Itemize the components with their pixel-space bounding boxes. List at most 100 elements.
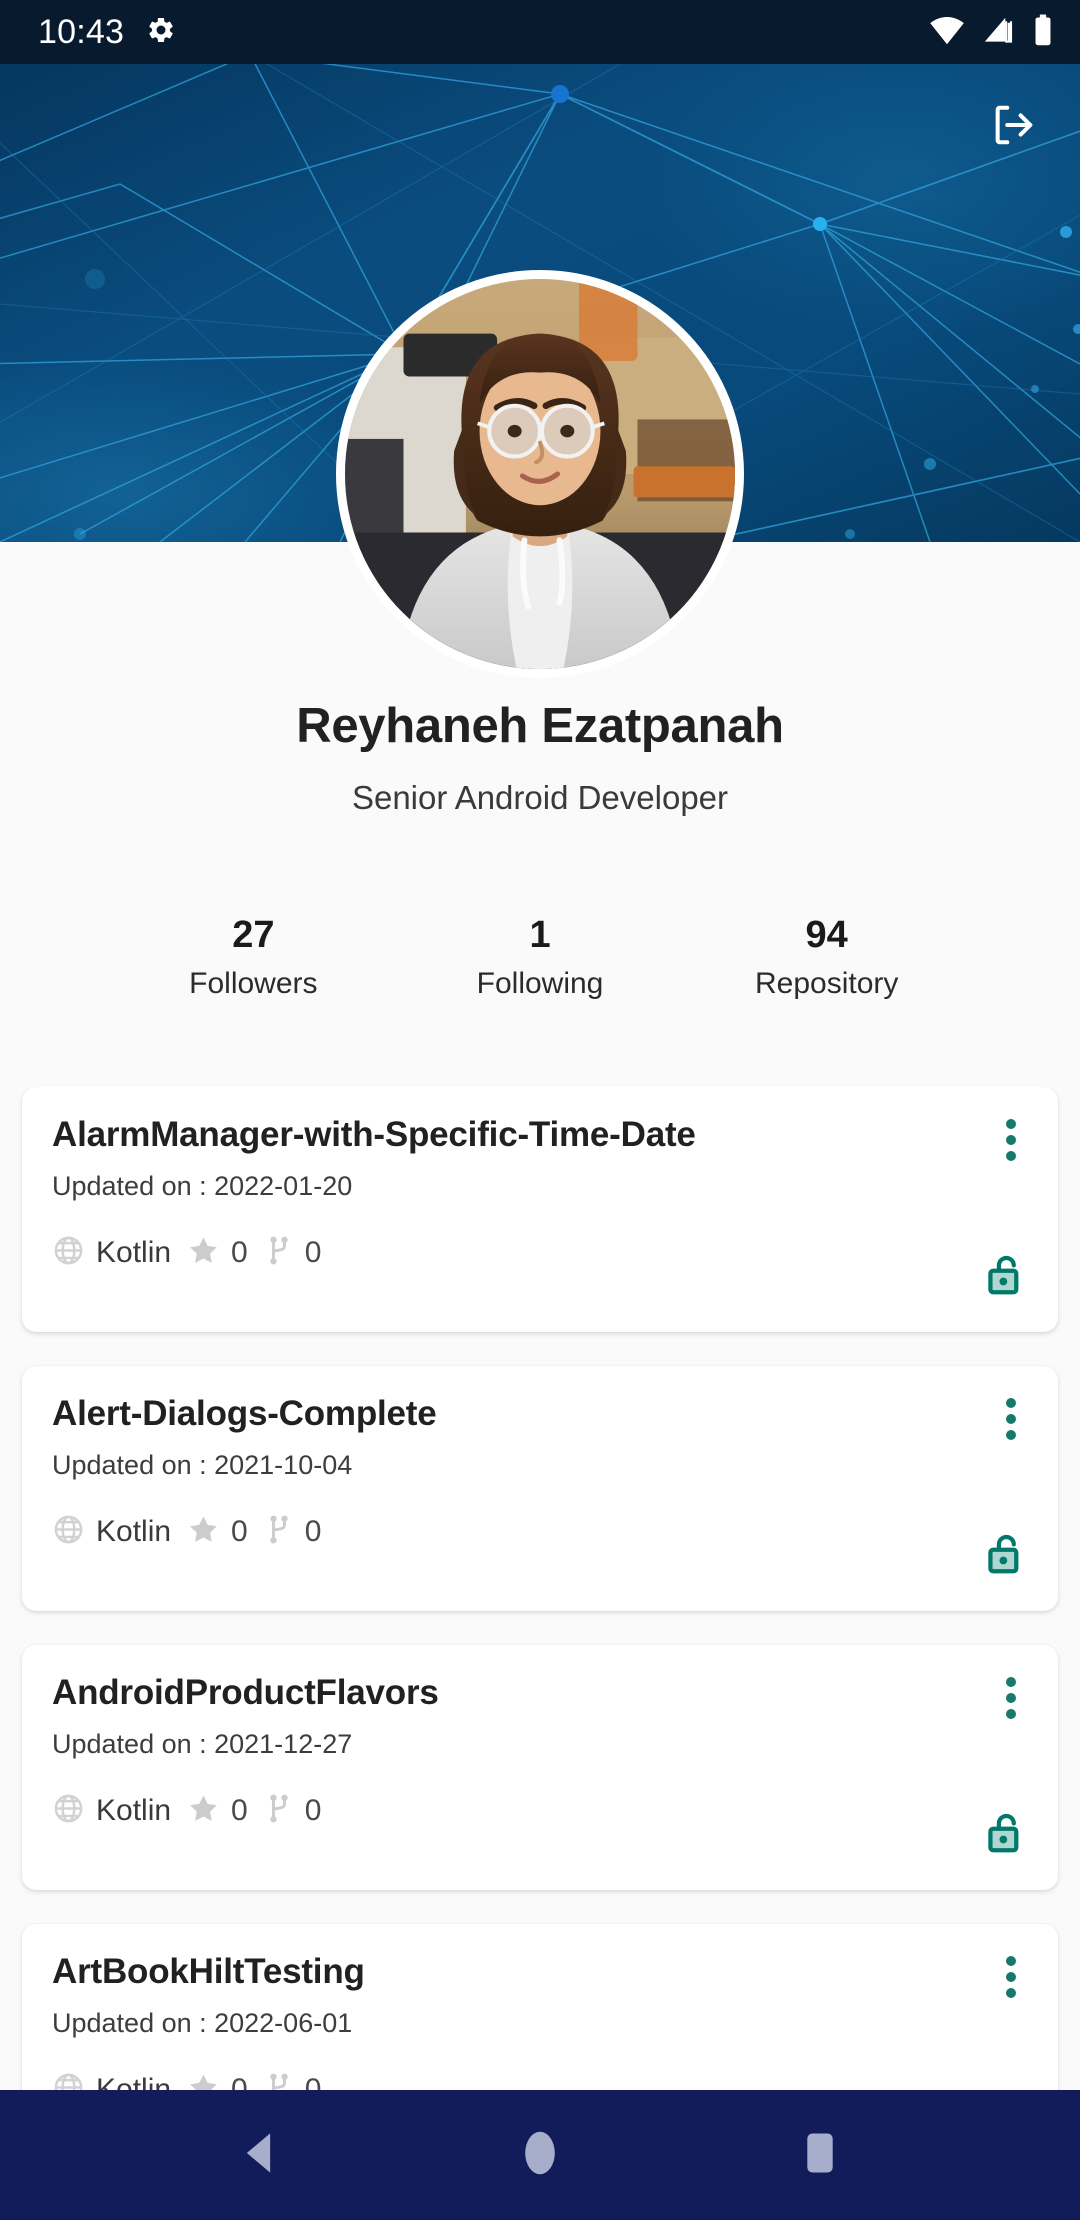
repo-name: AlarmManager-with-Specific-Time-Date	[52, 1115, 1028, 1155]
repo-stars-count: 0	[231, 2075, 248, 2090]
repo-updated: Updated on : 2022-06-01	[52, 2008, 1028, 2039]
star-icon	[187, 1513, 220, 1551]
repo-forks-count: 0	[305, 1796, 322, 1826]
more-vertical-icon	[1005, 1116, 1017, 1169]
repo-forks-count: 0	[305, 1517, 322, 1547]
globe-icon	[52, 1513, 85, 1551]
star-icon	[187, 2071, 220, 2090]
avatar-photo	[345, 279, 735, 669]
repo-language-label: Kotlin	[96, 1796, 171, 1826]
page-title: Reyhaneh Ezatpanah	[0, 700, 1080, 754]
settings-gear-icon	[146, 15, 176, 50]
repo-meta: Kotlin 0	[52, 1792, 1028, 1830]
repo-updated: Updated on : 2022-01-20	[52, 1171, 1028, 1202]
phone-screen: 10:43	[0, 0, 1080, 2220]
stat-followers-label: Followers	[110, 967, 397, 1000]
status-bar-right	[929, 14, 1054, 51]
globe-icon	[52, 2071, 85, 2090]
repo-meta: Kotlin 0	[52, 1513, 1028, 1551]
unlocked-padlock-icon	[984, 1811, 1028, 1862]
globe-icon	[52, 1234, 85, 1272]
repo-name: ArtBookHiltTesting	[52, 1952, 1028, 1992]
nav-home-button[interactable]	[480, 2095, 600, 2215]
stat-following-value: 1	[397, 914, 684, 957]
status-bar-left: 10:43	[38, 15, 176, 50]
android-navigation-bar	[0, 2090, 1080, 2220]
avatar[interactable]	[336, 270, 744, 678]
repo-stars: 0	[187, 2071, 248, 2090]
home-circle-icon	[523, 2129, 557, 2182]
nav-recents-button[interactable]	[760, 2095, 880, 2215]
profile-info: Reyhaneh Ezatpanah Senior Android Develo…	[0, 700, 1080, 816]
repo-language: Kotlin	[52, 1792, 171, 1830]
repo-visibility-button[interactable]	[982, 1812, 1030, 1860]
repo-stars-count: 0	[231, 1517, 248, 1547]
repo-name: AndroidProductFlavors	[52, 1673, 1028, 1713]
repo-forks: 0	[264, 2071, 322, 2090]
repo-visibility-button[interactable]	[982, 1533, 1030, 1581]
fork-icon	[264, 1513, 294, 1551]
recents-square-icon	[803, 2131, 837, 2180]
repo-visibility-button[interactable]	[982, 1254, 1030, 1302]
unlocked-padlock-icon	[984, 1532, 1028, 1583]
repo-overflow-menu-button[interactable]	[982, 1669, 1040, 1731]
repo-language: Kotlin	[52, 1234, 171, 1272]
repo-language-label: Kotlin	[96, 1517, 171, 1547]
globe-icon	[52, 1792, 85, 1830]
status-bar-clock: 10:43	[38, 15, 124, 49]
repo-stars-count: 0	[231, 1238, 248, 1268]
repo-language: Kotlin	[52, 2071, 171, 2090]
repo-forks: 0	[264, 1792, 322, 1830]
stat-repository-label: Repository	[683, 967, 970, 1000]
repo-forks-count: 0	[305, 2075, 322, 2090]
unlocked-padlock-icon	[984, 1253, 1028, 1304]
profile-stats: 27 Followers 1 Following 94 Repository	[0, 914, 1080, 1000]
table-row[interactable]: ArtBookHiltTesting Updated on : 2022-06-…	[22, 1924, 1058, 2090]
stat-followers-value: 27	[110, 914, 397, 957]
repo-name: Alert-Dialogs-Complete	[52, 1394, 1028, 1434]
repo-updated: Updated on : 2021-12-27	[52, 1729, 1028, 1760]
stat-following-label: Following	[397, 967, 684, 1000]
repo-language: Kotlin	[52, 1513, 171, 1551]
repo-language-label: Kotlin	[96, 2075, 171, 2090]
repo-overflow-menu-button[interactable]	[982, 1111, 1040, 1173]
table-row[interactable]: Alert-Dialogs-Complete Updated on : 2021…	[22, 1366, 1058, 1611]
repo-forks: 0	[264, 1234, 322, 1272]
repo-forks: 0	[264, 1513, 322, 1551]
repo-stars-count: 0	[231, 1796, 248, 1826]
fork-icon	[264, 2071, 294, 2090]
repository-list[interactable]: AlarmManager-with-Specific-Time-Date Upd…	[0, 1087, 1080, 2090]
stat-repository[interactable]: 94 Repository	[683, 914, 970, 1000]
cellular-signal-icon	[982, 15, 1015, 50]
table-row[interactable]: AlarmManager-with-Specific-Time-Date Upd…	[22, 1087, 1058, 1332]
battery-icon	[1032, 14, 1054, 51]
star-icon	[187, 1792, 220, 1830]
table-row[interactable]: AndroidProductFlavors Updated on : 2021-…	[22, 1645, 1058, 1890]
repo-language-label: Kotlin	[96, 1238, 171, 1268]
repo-stars: 0	[187, 1234, 248, 1272]
more-vertical-icon	[1005, 1674, 1017, 1727]
repo-meta: Kotlin 0	[52, 2071, 1028, 2090]
repo-updated: Updated on : 2021-10-04	[52, 1450, 1028, 1481]
back-triangle-icon	[240, 2131, 280, 2180]
repo-overflow-menu-button[interactable]	[982, 1948, 1040, 2010]
logout-button[interactable]	[976, 90, 1050, 164]
repo-forks-count: 0	[305, 1238, 322, 1268]
repo-meta: Kotlin 0	[52, 1234, 1028, 1272]
more-vertical-icon	[1005, 1953, 1017, 2006]
profile-subtitle: Senior Android Developer	[0, 780, 1080, 816]
stat-following[interactable]: 1 Following	[397, 914, 684, 1000]
nav-back-button[interactable]	[200, 2095, 320, 2215]
repo-stars: 0	[187, 1513, 248, 1551]
fork-icon	[264, 1792, 294, 1830]
logout-icon	[990, 102, 1036, 153]
more-vertical-icon	[1005, 1395, 1017, 1448]
stat-followers[interactable]: 27 Followers	[110, 914, 397, 1000]
fork-icon	[264, 1234, 294, 1272]
stat-repository-value: 94	[683, 914, 970, 957]
repo-overflow-menu-button[interactable]	[982, 1390, 1040, 1452]
repo-stars: 0	[187, 1792, 248, 1830]
wifi-icon	[929, 15, 965, 50]
star-icon	[187, 1234, 220, 1272]
status-bar: 10:43	[0, 0, 1080, 64]
